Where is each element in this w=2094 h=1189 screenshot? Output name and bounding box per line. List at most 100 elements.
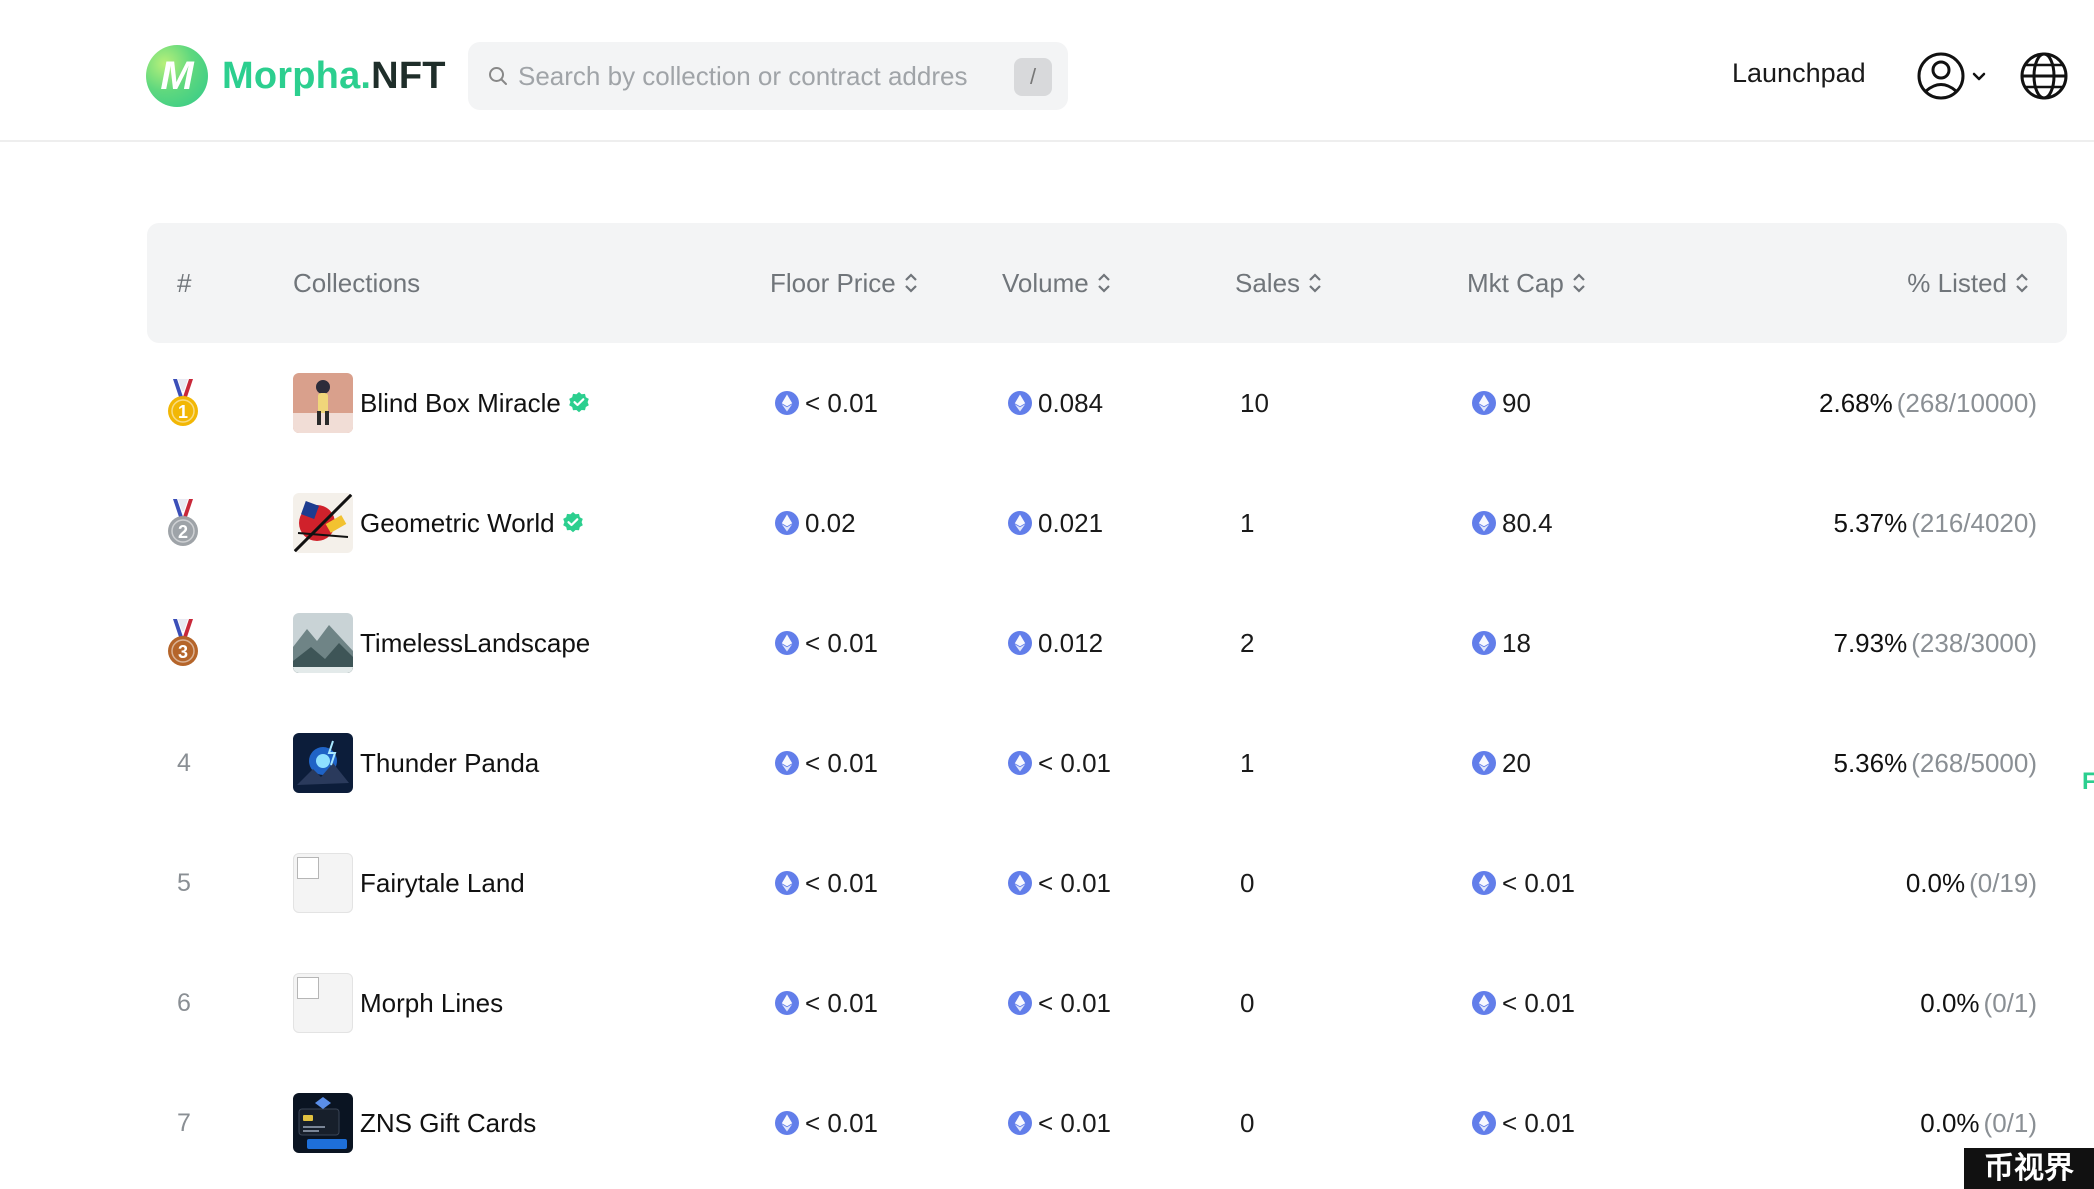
table-row[interactable]: 5 Fairytale Land < 0.01 < 0.01 0 < 0.01 0.0% (0…: [147, 823, 2067, 943]
mkt-cap-cell: 20: [1472, 703, 1531, 823]
floor-price-cell: < 0.01: [775, 1063, 878, 1183]
mkt-cap-value: 18: [1502, 627, 1531, 658]
search-input[interactable]: [518, 42, 968, 110]
eth-icon: [775, 391, 799, 415]
eth-icon: [775, 631, 799, 655]
floor-price-cell: 0.02: [775, 463, 856, 583]
header-volume[interactable]: Volume: [1002, 223, 1111, 343]
collection-cell[interactable]: Thunder Panda: [293, 703, 539, 823]
collection-name[interactable]: Geometric World: [360, 508, 555, 539]
medal-silver-icon: 2: [168, 499, 198, 546]
rank-number: 4: [177, 748, 191, 777]
listed-cell: 2.68% (268/10000): [1819, 343, 2037, 463]
table-body: 1 Blind Box Miracle < 0.01 0.084 10 90 2.68% (2…: [147, 343, 2067, 1183]
sales-value: 0: [1240, 987, 1255, 1018]
collection-name[interactable]: Morph Lines: [360, 988, 503, 1019]
listed-cell: 0.0% (0/1): [1920, 943, 2037, 1063]
floor-price-value: < 0.01: [805, 747, 879, 778]
listed-cell: 5.36% (268/5000): [1834, 703, 2038, 823]
svg-text:1: 1: [178, 402, 188, 422]
sales-value: 0: [1240, 867, 1255, 898]
volume-cell: < 0.01: [1008, 943, 1111, 1063]
medal-gold-icon: 1: [168, 379, 198, 426]
language-button[interactable]: [2018, 50, 2070, 102]
sales-cell: 1: [1240, 703, 1254, 823]
listed-percent: 0.0%: [1905, 867, 1966, 898]
collection-thumbnail: [293, 733, 353, 793]
floor-price-cell: < 0.01: [775, 943, 878, 1063]
floor-price-value: < 0.01: [805, 1107, 879, 1138]
header-sales[interactable]: Sales: [1235, 223, 1322, 343]
eth-icon: [775, 1111, 799, 1135]
collection-name[interactable]: Thunder Panda: [360, 748, 539, 779]
search-bar[interactable]: /: [468, 42, 1068, 110]
header-listed-label: % Listed: [1907, 268, 2007, 298]
collection-name[interactable]: Fairytale Land: [360, 868, 525, 899]
sales-value: 0: [1240, 1107, 1255, 1138]
mkt-cap-cell: 80.4: [1472, 463, 1553, 583]
brand-suffix: NFT: [371, 54, 446, 97]
volume-value: 0.084: [1038, 387, 1104, 418]
floor-price-cell: < 0.01: [775, 703, 878, 823]
floor-price-value: < 0.01: [805, 627, 879, 658]
eth-icon: [775, 751, 799, 775]
header-volume-label: Volume: [1002, 268, 1089, 298]
sort-icon: [2016, 273, 2028, 293]
rank-medal: 2: [165, 463, 201, 583]
mkt-cap-cell: < 0.01: [1472, 943, 1575, 1063]
verified-icon: [562, 512, 583, 533]
search-icon: [489, 67, 507, 85]
collection-cell[interactable]: Fairytale Land: [293, 823, 525, 943]
volume-cell: < 0.01: [1008, 823, 1111, 943]
edge-peek-text: F: [2082, 768, 2094, 795]
eth-icon: [1472, 991, 1496, 1015]
volume-cell: 0.021: [1008, 463, 1103, 583]
floor-price-value: < 0.01: [805, 987, 879, 1018]
table-row[interactable]: 2 Geometric World 0.02 0.021 1 80.4 5.37% (216/…: [147, 463, 2067, 583]
table-row[interactable]: 1 Blind Box Miracle < 0.01 0.084 10 90 2.68% (2…: [147, 343, 2067, 463]
header-mkt-cap[interactable]: Mkt Cap: [1467, 223, 1586, 343]
floor-price-value: 0.02: [805, 507, 856, 538]
table-row[interactable]: 7 ZNS Gift Cards < 0.01 < 0.01 0 < 0.01 0.0% (0…: [147, 1063, 2067, 1183]
listed-percent: 0.0%: [1920, 987, 1980, 1018]
listed-fraction: (268/5000): [1911, 747, 2037, 778]
collection-name[interactable]: Blind Box Miracle: [360, 388, 561, 419]
collections-table: # Collections Floor Price Volume Sales M…: [147, 223, 2067, 1183]
page: M Morpha.NFT / Launchpad: [0, 0, 2094, 1189]
collection-cell[interactable]: ZNS Gift Cards: [293, 1063, 536, 1183]
collection-cell[interactable]: Geometric World: [293, 463, 585, 583]
sales-value: 1: [1240, 507, 1255, 538]
sort-icon: [1573, 273, 1585, 293]
eth-icon: [775, 871, 799, 895]
globe-icon: [2020, 52, 2068, 100]
nav-launchpad[interactable]: Launchpad: [1732, 58, 1866, 89]
volume-value: < 0.01: [1038, 747, 1112, 778]
collection-cell[interactable]: Morph Lines: [293, 943, 503, 1063]
volume-cell: 0.084: [1008, 343, 1103, 463]
collection-cell[interactable]: TimelessLandscape: [293, 583, 590, 703]
listed-percent: 5.36%: [1833, 747, 1908, 778]
eth-icon: [1008, 751, 1032, 775]
floor-price-value: < 0.01: [805, 387, 879, 418]
volume-cell: < 0.01: [1008, 703, 1111, 823]
table-row[interactable]: 4 Thunder Panda < 0.01 < 0.01 1 20 5.36% (268/5…: [147, 703, 2067, 823]
medal-bronze-icon: 3: [168, 619, 198, 666]
eth-icon: [1472, 871, 1496, 895]
sort-icon: [904, 273, 917, 293]
eth-icon: [1008, 511, 1032, 535]
table-row[interactable]: 6 Morph Lines < 0.01 < 0.01 0 < 0.01 0.0% (0/1): [147, 943, 2067, 1063]
eth-icon: [1008, 391, 1032, 415]
sort-icon: [1309, 273, 1321, 293]
table-row[interactable]: 3 TimelessLandscape < 0.01 0.012 2 18 7.93% (23…: [147, 583, 2067, 703]
logo[interactable]: M Morpha.NFT: [146, 45, 446, 107]
eth-icon: [1008, 871, 1032, 895]
user-menu-button[interactable]: [1916, 50, 1996, 102]
header-floor-price[interactable]: Floor Price: [770, 223, 918, 343]
collection-name[interactable]: ZNS Gift Cards: [360, 1108, 536, 1139]
eth-icon: [1008, 1111, 1032, 1135]
mkt-cap-value: 20: [1502, 747, 1531, 778]
collection-thumbnail: [293, 1093, 353, 1153]
collection-name[interactable]: TimelessLandscape: [360, 628, 590, 659]
collection-cell[interactable]: Blind Box Miracle: [293, 343, 591, 463]
header-listed[interactable]: % Listed: [1907, 223, 2029, 343]
